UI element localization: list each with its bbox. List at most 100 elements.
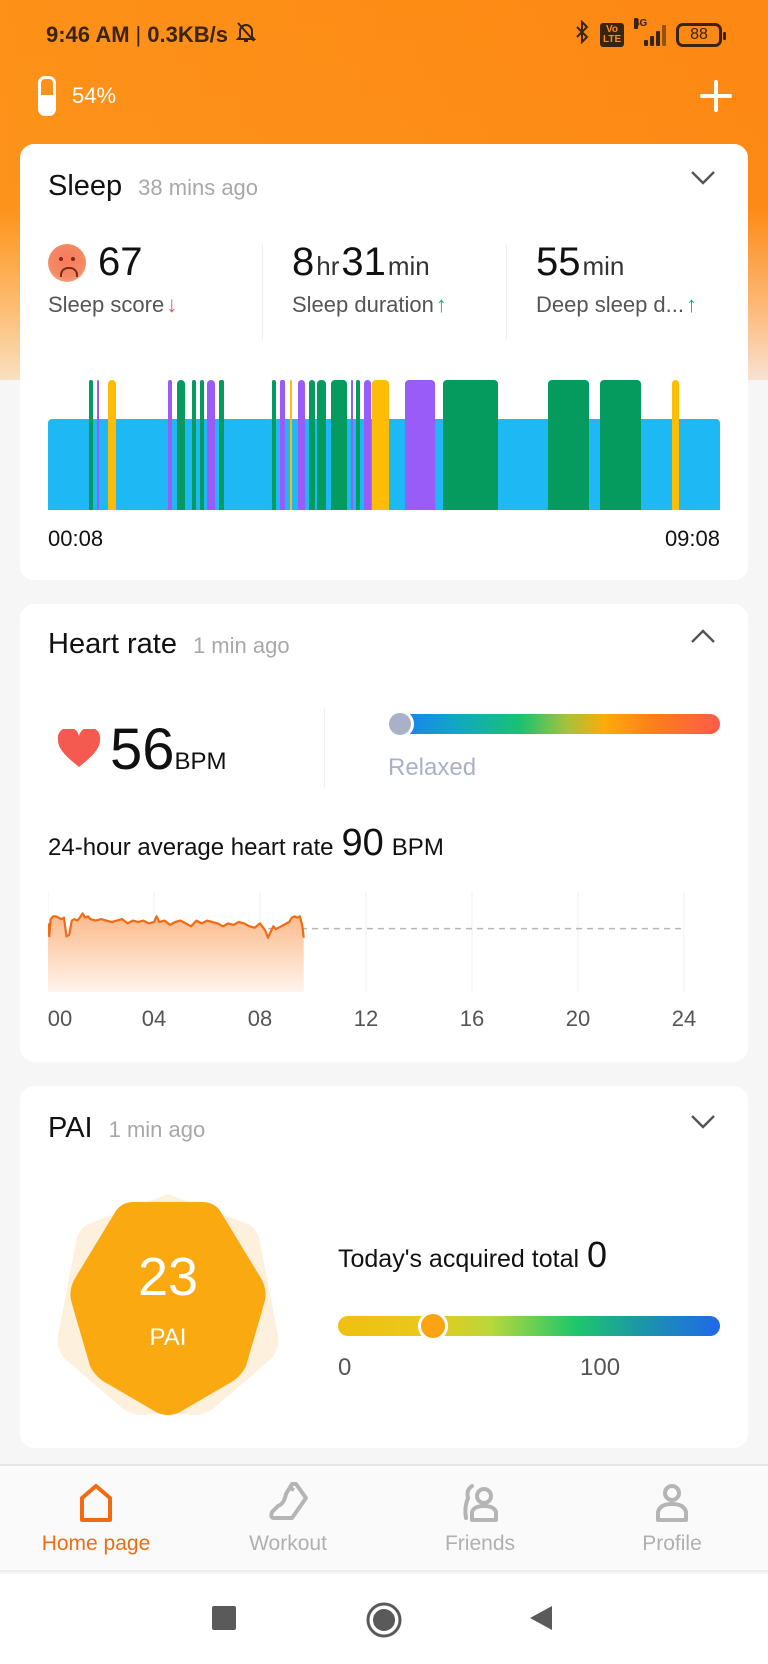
sleep-stage-chart[interactable] <box>48 380 720 526</box>
friends-icon <box>463 1484 498 1522</box>
sleep-seg-deep <box>191 380 196 510</box>
volte-bottom: LTE <box>603 33 622 45</box>
pai-scale-max: 100 <box>580 1354 621 1381</box>
deep-sleep-unit: min <box>582 251 625 281</box>
status-right: Vo LTE 4G 88 <box>574 17 726 49</box>
heart-rate-zone: Relaxed <box>388 754 477 781</box>
sleep-seg-deep <box>330 380 348 510</box>
home-icon <box>80 1484 112 1522</box>
zone-gradient-bar <box>398 714 720 734</box>
sleep-card[interactable]: Sleep 38 mins ago 67 Sleep score ↓ 8 hr … <box>20 144 748 580</box>
profile-icon <box>656 1484 688 1522</box>
deep-sleep-value: 55 <box>536 240 581 284</box>
sleep-score-value: 67 <box>98 240 143 284</box>
trend-up-icon: ↑ <box>435 292 447 317</box>
x-tick-label: 04 <box>142 1006 166 1031</box>
deep-sleep-stat[interactable]: 55 min Deep sleep d... ↑ <box>536 240 697 340</box>
heart-rate-value: 56 <box>110 717 175 782</box>
divider <box>262 244 263 340</box>
bottom-navigation: Home page Workout Friends Profile <box>0 1464 768 1572</box>
trend-up-icon: ↑ <box>685 292 697 317</box>
sleep-seg-awake <box>107 380 116 510</box>
sleep-seg-rem <box>351 380 354 510</box>
heart-rate-unit: BPM <box>174 748 227 775</box>
today-value: 0 <box>587 1234 608 1275</box>
x-tick-label: 24 <box>672 1006 696 1031</box>
divider <box>324 708 325 788</box>
network-type: 4G <box>634 17 648 29</box>
avg-label: 24-hour average heart rate <box>48 834 334 861</box>
nav-label: Workout <box>249 1532 327 1555</box>
nav-label: Profile <box>642 1532 702 1555</box>
pai-card[interactable]: PAI 1 min ago 23 PAI Today's acquired to… <box>20 1086 748 1448</box>
heart-rate-card[interactable]: Heart rate 1 min ago 56 BPM Relaxed 24-h… <box>20 604 748 1062</box>
device-battery[interactable]: 54% <box>38 76 116 116</box>
home-circle-icon[interactable] <box>366 1602 402 1643</box>
card-title: Heart rate <box>48 628 177 660</box>
chevron-up-icon[interactable] <box>688 622 718 652</box>
current-heart-rate: 56 BPM <box>56 716 227 783</box>
clock: 9:46 AM <box>46 22 130 47</box>
system-navigation-bar <box>0 1574 768 1664</box>
sleep-seg-deep <box>177 380 185 510</box>
pai-today: Today's acquired total 0 <box>338 1234 607 1276</box>
sleep-seg-deep <box>218 380 224 510</box>
pai-scale-min: 0 <box>338 1354 352 1381</box>
today-label: Today's acquired total <box>338 1245 580 1273</box>
heart-rate-zone-scale <box>386 710 720 738</box>
sleep-score-label: Sleep score <box>48 292 165 317</box>
battery-icon: 88 <box>676 22 726 47</box>
nav-profile[interactable]: Profile <box>576 1466 768 1570</box>
card-title: Sleep <box>48 170 123 202</box>
heart-icon <box>56 727 102 774</box>
sleep-duration-label: Sleep duration <box>292 292 434 317</box>
pai-score-label: PAI <box>149 1324 187 1351</box>
duration-hours-unit: hr <box>316 251 340 281</box>
sleep-seg-deep <box>442 380 498 510</box>
sleep-seg-rem <box>405 380 435 510</box>
nav-label: Friends <box>444 1532 516 1555</box>
sleep-seg-deep <box>308 380 316 510</box>
volte-icon: Vo LTE <box>600 22 624 47</box>
status-bar: 9:46 AM | 0.3KB/s Vo LTE 4G 88 <box>0 0 768 70</box>
sleep-seg-deep <box>548 380 589 510</box>
sleep-seg-deep <box>199 380 205 510</box>
nav-friends[interactable]: Friends <box>384 1466 576 1570</box>
avg-unit: BPM <box>391 834 444 861</box>
sleep-seg-awake <box>372 380 389 510</box>
duration-hours: 8 <box>292 240 315 284</box>
divider <box>506 244 507 340</box>
sleep-seg-rem <box>298 380 305 510</box>
sleep-start-time: 00:08 <box>48 526 104 551</box>
x-tick-label: 08 <box>248 1006 272 1031</box>
chevron-down-icon[interactable] <box>688 162 718 192</box>
add-button[interactable] <box>698 78 734 114</box>
band-battery-level: 54% <box>72 83 117 108</box>
last-updated: 38 mins ago <box>138 175 259 200</box>
chevron-down-icon[interactable] <box>688 1106 718 1136</box>
nav-home[interactable]: Home page <box>0 1466 192 1570</box>
last-updated: 1 min ago <box>192 633 290 658</box>
sleep-seg-deep <box>600 380 641 510</box>
back-icon[interactable] <box>528 1604 554 1637</box>
battery-level: 88 <box>690 25 708 43</box>
sleep-seg-deep <box>317 380 326 510</box>
pai-score: 23 <box>137 1247 199 1307</box>
nav-workout[interactable]: Workout <box>192 1466 384 1570</box>
signal-icon: 4G <box>634 17 666 46</box>
network-speed: 0.3KB/s <box>147 22 228 47</box>
sleep-seg-rem <box>167 380 172 510</box>
x-tick-label: 16 <box>460 1006 484 1031</box>
sleep-score-stat[interactable]: 67 Sleep score ↓ <box>48 240 177 340</box>
status-left: 9:46 AM | 0.3KB/s <box>46 20 258 50</box>
heart-rate-chart[interactable]: 00 04 08 12 16 20 24 <box>48 892 724 1062</box>
deep-sleep-label: Deep sleep d... <box>536 292 684 317</box>
heart-rate-area <box>48 913 304 992</box>
duration-minutes: 31 <box>341 240 386 284</box>
sleep-seg-rem <box>279 380 285 510</box>
sleep-duration-stat[interactable]: 8 hr 31 min Sleep duration ↑ <box>292 240 447 340</box>
recents-icon[interactable] <box>212 1606 236 1630</box>
avg-value: 90 <box>341 822 384 864</box>
x-tick-label: 12 <box>354 1006 378 1031</box>
trend-down-icon: ↓ <box>166 292 178 317</box>
